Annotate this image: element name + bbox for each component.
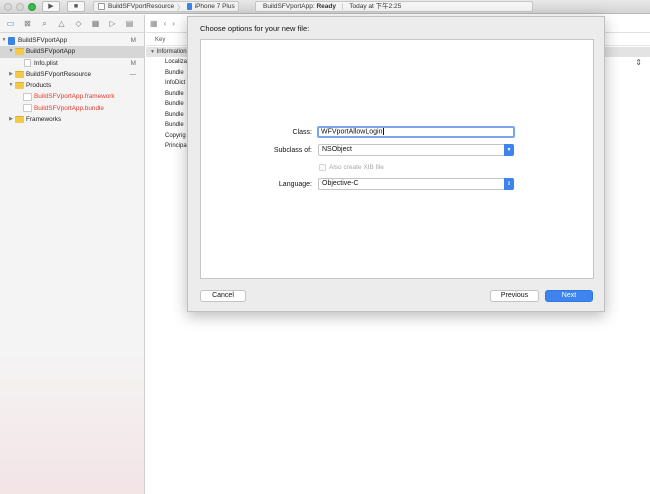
xib-checkbox[interactable] bbox=[319, 164, 326, 171]
folder-icon[interactable]: ▭ bbox=[5, 19, 16, 29]
section-label: Information bbox=[156, 49, 187, 55]
stop-icon: ■ bbox=[73, 3, 79, 10]
tree-item-framework-product[interactable]: BuildSFVportApp.framework bbox=[0, 91, 144, 102]
language-value: Objective-C bbox=[322, 180, 359, 187]
breakpoint-icon[interactable]: ▷ bbox=[107, 19, 118, 29]
tree-item-label: Products bbox=[26, 82, 52, 90]
chevron-down-icon[interactable]: ▼ bbox=[504, 144, 514, 156]
status-time: Today at 下午2:25 bbox=[349, 3, 402, 10]
plist-key[interactable]: Copyrig bbox=[165, 131, 186, 141]
cancel-button[interactable]: Cancel bbox=[200, 290, 246, 302]
key-column-label: Key bbox=[155, 37, 166, 43]
scheme-icon bbox=[98, 3, 105, 10]
plist-key[interactable]: Bundle bbox=[165, 120, 184, 130]
close-window-button[interactable] bbox=[4, 3, 12, 11]
plist-key[interactable]: Bundle bbox=[165, 89, 184, 99]
scheme-name: BuildSFVportResource bbox=[108, 3, 175, 10]
subclass-label: Subclass of: bbox=[273, 147, 312, 154]
sheet-title: Choose options for your new file: bbox=[200, 24, 310, 33]
tree-item-label: BuildSFVportApp.framework bbox=[34, 93, 115, 101]
disclosure-open-icon[interactable]: ▼ bbox=[150, 49, 155, 55]
forward-icon[interactable]: › bbox=[172, 19, 175, 28]
disclosure-open-icon[interactable]: ▼ bbox=[8, 46, 14, 57]
previous-button[interactable]: Previous bbox=[490, 290, 539, 302]
device-name[interactable]: iPhone 7 Plus bbox=[195, 3, 235, 10]
plist-key[interactable]: Bundle bbox=[165, 99, 184, 109]
scm-badge: — bbox=[129, 70, 136, 78]
tree-item-label: BuildSFVportApp bbox=[18, 37, 68, 44]
tree-item-label: Info.plist bbox=[34, 59, 58, 67]
new-file-sheet: Choose options for your new file: Class:… bbox=[187, 16, 605, 312]
grid-icon[interactable]: ▦ bbox=[150, 19, 158, 28]
search-icon[interactable]: ⌕ bbox=[39, 19, 50, 29]
next-button[interactable]: Next bbox=[545, 290, 593, 302]
plist-key[interactable]: Principa bbox=[165, 141, 187, 151]
tree-item-bundle-product[interactable]: BuildSFVportApp.bundle bbox=[0, 103, 144, 114]
framework-icon bbox=[23, 92, 32, 101]
tree-item-info-plist[interactable]: Info.plist M bbox=[0, 58, 144, 69]
plist-key[interactable]: Bundle bbox=[165, 68, 184, 78]
zoom-window-button[interactable] bbox=[28, 3, 36, 11]
source-control-icon[interactable]: ⊠ bbox=[22, 19, 33, 29]
class-name-value: WFVportAllowLogin bbox=[321, 128, 383, 136]
navigator-tabs: ▭ ⊠ ⌕ △ ◇ ▦ ▷ ▤ bbox=[0, 15, 144, 33]
language-popup[interactable]: Objective-C ⇕ bbox=[318, 178, 514, 190]
play-icon: ▶ bbox=[48, 3, 54, 10]
minimize-window-button[interactable] bbox=[16, 3, 24, 11]
chevron-right-icon: 〉 bbox=[177, 4, 184, 12]
back-icon[interactable]: ‹ bbox=[164, 19, 167, 28]
folder-icon bbox=[15, 70, 24, 78]
stop-button[interactable]: ■ bbox=[67, 1, 85, 12]
debug-icon[interactable]: ▦ bbox=[90, 19, 101, 29]
folder-icon bbox=[15, 116, 24, 124]
text-caret bbox=[382, 128, 384, 135]
plist-key[interactable]: Localiza bbox=[165, 57, 187, 67]
scm-badge: M bbox=[130, 59, 136, 67]
language-label: Language: bbox=[278, 181, 312, 188]
run-button[interactable]: ▶ bbox=[42, 1, 60, 12]
plist-key[interactable]: InfoDict bbox=[165, 78, 185, 88]
report-icon[interactable]: ▤ bbox=[124, 19, 135, 29]
folder-icon bbox=[15, 82, 24, 90]
subclass-value: NSObject bbox=[322, 146, 352, 153]
tree-item-frameworks-folder[interactable]: ▶ Frameworks bbox=[0, 114, 144, 125]
subclass-combobox[interactable]: NSObject ▼ bbox=[318, 144, 514, 156]
tree-item-project[interactable]: ▼ BuildSFVportApp M bbox=[0, 35, 144, 46]
scheme-selector[interactable]: BuildSFVportResource 〉 iPhone 7 Plus bbox=[93, 1, 239, 12]
tree-item-label: BuildSFVportResource bbox=[26, 70, 92, 78]
scm-badge: M bbox=[130, 37, 136, 44]
value-stepper-icon[interactable]: ⇕ bbox=[635, 58, 642, 67]
disclosure-open-icon[interactable]: ▼ bbox=[1, 35, 7, 46]
class-label: Class: bbox=[292, 129, 312, 136]
plist-file-icon bbox=[24, 59, 31, 68]
disclosure-open-icon[interactable]: ▼ bbox=[8, 80, 14, 91]
options-panel: Class: WFVportAllowLogin Subclass of: NS… bbox=[200, 39, 594, 279]
project-navigator: ▭ ⊠ ⌕ △ ◇ ▦ ▷ ▤ ▼ BuildSFVportApp M ▼ Bu… bbox=[0, 15, 145, 494]
status-divider: | bbox=[341, 3, 344, 10]
folder-icon bbox=[15, 48, 24, 56]
tree-item-label: BuildSFVportApp.bundle bbox=[34, 104, 104, 112]
tree-item-label: Frameworks bbox=[26, 116, 62, 124]
tree-item-label: BuildSFVportApp bbox=[26, 48, 76, 56]
bundle-icon bbox=[23, 104, 32, 113]
tree-item-resource-folder[interactable]: ▶ BuildSFVportResource — bbox=[0, 69, 144, 80]
chevron-updown-icon[interactable]: ⇕ bbox=[504, 178, 514, 190]
activity-status: BuildSFVportApp: Ready | Today at 下午2:25 bbox=[255, 1, 533, 12]
disclosure-closed-icon[interactable]: ▶ bbox=[8, 114, 14, 125]
project-icon bbox=[8, 36, 15, 45]
tree-item-app-folder[interactable]: ▼ BuildSFVportApp bbox=[0, 46, 144, 58]
status-state: Ready bbox=[316, 3, 336, 10]
disclosure-closed-icon[interactable]: ▶ bbox=[8, 69, 14, 80]
warning-icon[interactable]: △ bbox=[56, 19, 67, 29]
status-project: BuildSFVportApp: bbox=[263, 3, 315, 10]
class-name-field[interactable]: WFVportAllowLogin bbox=[317, 126, 515, 138]
xib-checkbox-label: Also create XIB file bbox=[329, 164, 384, 171]
window-toolbar: ▶ ■ BuildSFVportResource 〉 iPhone 7 Plus… bbox=[0, 0, 650, 14]
plist-key[interactable]: Bundle bbox=[165, 110, 184, 120]
device-icon bbox=[186, 3, 192, 10]
tree-item-products-folder[interactable]: ▼ Products bbox=[0, 80, 144, 91]
test-icon[interactable]: ◇ bbox=[73, 19, 84, 29]
